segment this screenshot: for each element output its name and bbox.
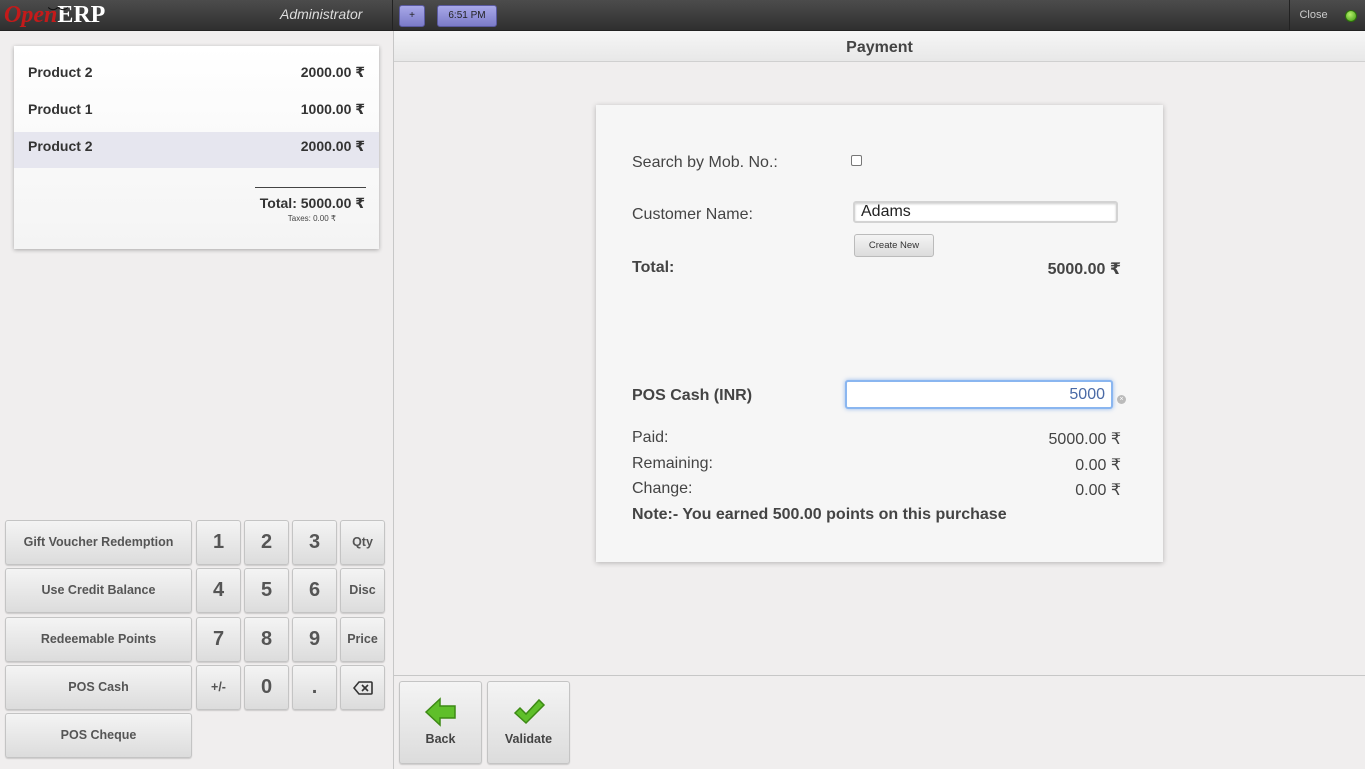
numpad-8[interactable]: 8 bbox=[244, 617, 289, 662]
checkmark-icon bbox=[513, 698, 545, 725]
numpad-dot[interactable]: . bbox=[292, 665, 337, 710]
numpad-plus-minus[interactable]: +/- bbox=[196, 665, 241, 710]
order-line-price: 2000.00 ₹ bbox=[300, 138, 365, 154]
customer-name-input[interactable]: Adams bbox=[853, 201, 1118, 223]
top-bar: OpenERP ︶︶ Administrator + 6:51 PM Close bbox=[0, 0, 1365, 31]
numpad-disc[interactable]: Disc bbox=[340, 568, 385, 613]
search-mob-label: Search by Mob. No.: bbox=[632, 154, 778, 171]
pos-cash-button[interactable]: POS Cash bbox=[5, 665, 192, 710]
left-pane: Product 2 2000.00 ₹ Product 1 1000.00 ₹ … bbox=[0, 31, 394, 769]
order-line-price: 1000.00 ₹ bbox=[300, 101, 365, 117]
remaining-value: 0.00 ₹ bbox=[1075, 457, 1121, 474]
bird-icon: ︶︶ bbox=[48, 8, 68, 19]
order-total: Total: 5000.00 ₹ bbox=[259, 195, 365, 211]
numpad-2[interactable]: 2 bbox=[244, 520, 289, 565]
total-label: Total: bbox=[632, 259, 675, 276]
order-line-selected[interactable]: Product 2 2000.00 ₹ bbox=[14, 132, 379, 168]
order-tab-clock[interactable]: 6:51 PM bbox=[437, 5, 497, 27]
change-label: Change: bbox=[632, 480, 693, 497]
loyalty-points-note: Note:- You earned 500.00 points on this … bbox=[632, 506, 1007, 523]
numpad-6[interactable]: 6 bbox=[292, 568, 337, 613]
order-line-name: Product 2 bbox=[28, 64, 93, 80]
redeemable-points-button[interactable]: Redeemable Points bbox=[5, 617, 192, 662]
search-by-mobile-checkbox[interactable] bbox=[851, 155, 862, 166]
total-value: 5000.00 ₹ bbox=[1047, 261, 1121, 278]
paid-value: 5000.00 ₹ bbox=[1048, 431, 1121, 448]
numpad-9[interactable]: 9 bbox=[292, 617, 337, 662]
numpad-4[interactable]: 4 bbox=[196, 568, 241, 613]
order-line[interactable]: Product 2 2000.00 ₹ bbox=[14, 54, 379, 90]
validate-button[interactable]: Validate bbox=[487, 681, 570, 764]
openerp-logo: OpenERP ︶︶ bbox=[4, 2, 106, 28]
user-name: Administrator bbox=[280, 6, 363, 22]
payment-header: Payment bbox=[394, 31, 1365, 62]
numpad-1[interactable]: 1 bbox=[196, 520, 241, 565]
order-line-name: Product 1 bbox=[28, 101, 93, 117]
connection-status-icon bbox=[1345, 10, 1357, 22]
gift-voucher-button[interactable]: Gift Voucher Redemption bbox=[5, 520, 192, 565]
change-value: 0.00 ₹ bbox=[1075, 482, 1121, 499]
order-summary: Product 2 2000.00 ₹ Product 1 1000.00 ₹ … bbox=[14, 46, 379, 249]
close-button[interactable]: Close bbox=[1289, 0, 1337, 31]
back-arrow-icon bbox=[424, 697, 456, 727]
backspace-button[interactable] bbox=[340, 665, 385, 710]
new-order-button[interactable]: + bbox=[399, 5, 425, 27]
order-taxes: Taxes: 0.00 ₹ bbox=[287, 214, 336, 223]
create-new-customer-button[interactable]: Create New bbox=[854, 234, 934, 257]
order-line[interactable]: Product 1 1000.00 ₹ bbox=[14, 91, 379, 127]
order-line-name: Product 2 bbox=[28, 138, 93, 154]
summary-divider bbox=[255, 187, 366, 188]
order-line-price: 2000.00 ₹ bbox=[300, 64, 365, 80]
remove-payment-icon[interactable]: × bbox=[1117, 395, 1126, 404]
paid-label: Paid: bbox=[632, 429, 669, 446]
back-button[interactable]: Back bbox=[399, 681, 482, 764]
numpad-5[interactable]: 5 bbox=[244, 568, 289, 613]
numpad-qty[interactable]: Qty bbox=[340, 520, 385, 565]
numpad-0[interactable]: 0 bbox=[244, 665, 289, 710]
use-credit-balance-button[interactable]: Use Credit Balance bbox=[5, 568, 192, 613]
numpad-3[interactable]: 3 bbox=[292, 520, 337, 565]
remaining-label: Remaining: bbox=[632, 455, 713, 472]
action-bar: Back Validate bbox=[394, 675, 1365, 769]
backspace-icon bbox=[352, 681, 373, 695]
numpad-7[interactable]: 7 bbox=[196, 617, 241, 662]
payment-screen: Payment Search by Mob. No.: Customer Nam… bbox=[394, 31, 1365, 675]
pos-cheque-button[interactable]: POS Cheque bbox=[5, 713, 192, 758]
payment-method-label: POS Cash (INR) bbox=[632, 387, 753, 404]
payment-card: Search by Mob. No.: Customer Name: Adams… bbox=[596, 105, 1163, 562]
pos-cash-amount-input[interactable]: 5000 bbox=[845, 380, 1113, 409]
numpad-price[interactable]: Price bbox=[340, 617, 385, 662]
customer-name-label: Customer Name: bbox=[632, 206, 753, 223]
